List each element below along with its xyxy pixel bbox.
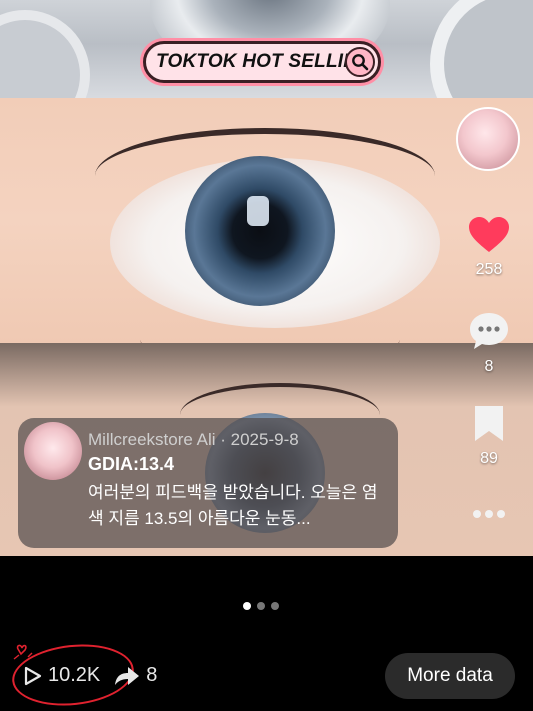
search-button[interactable] [345,47,375,77]
poster-meta: Millcreekstore Ali · 2025-9-8 [88,430,299,449]
save-button[interactable]: 89 [463,405,515,468]
video-post: TOKTOK HOT SELLING 258 8 89 Millcreeksto… [0,0,533,711]
post-stats: 10.2K 8 [24,664,157,687]
more-data-button[interactable]: More data [385,653,515,699]
bookmark-icon [475,406,503,441]
carousel-dot [257,602,265,610]
post-info-card[interactable]: Millcreekstore Ali · 2025-9-8 GDIA:13.4 … [18,418,398,548]
comment-count: 8 [484,358,494,375]
views-stat: 10.2K [24,664,100,687]
like-button[interactable]: 258 [463,216,515,279]
comment-icon [470,313,508,349]
play-icon [24,666,42,685]
search-icon [352,54,369,71]
more-options-button[interactable] [463,505,515,528]
shares-stat[interactable]: 8 [114,664,157,687]
post-caption: 여러분의 피드백을 받았습니다. 오늘은 염색 지름 13.5의 아름다운 눈동… [88,483,378,528]
eye-closeup-image [0,98,533,343]
views-count: 10.2K [48,664,101,686]
comment-button[interactable]: 8 [463,311,515,376]
carousel-dot-active [243,602,251,610]
shares-count: 8 [146,664,158,686]
creator-avatar[interactable] [456,107,520,171]
share-arrow-icon [115,666,140,685]
post-title: GDIA:13.4 [88,454,175,474]
like-count: 258 [475,261,503,278]
carousel-indicator [243,602,279,610]
save-count: 89 [480,450,498,467]
heart-icon [469,217,509,252]
carousel-dot [271,602,279,610]
poster-avatar[interactable] [24,422,82,480]
search-banner[interactable]: TOKTOK HOT SELLING [143,41,381,83]
ellipsis-icon [473,510,505,518]
search-label: TOKTOK HOT SELLING [156,51,373,72]
